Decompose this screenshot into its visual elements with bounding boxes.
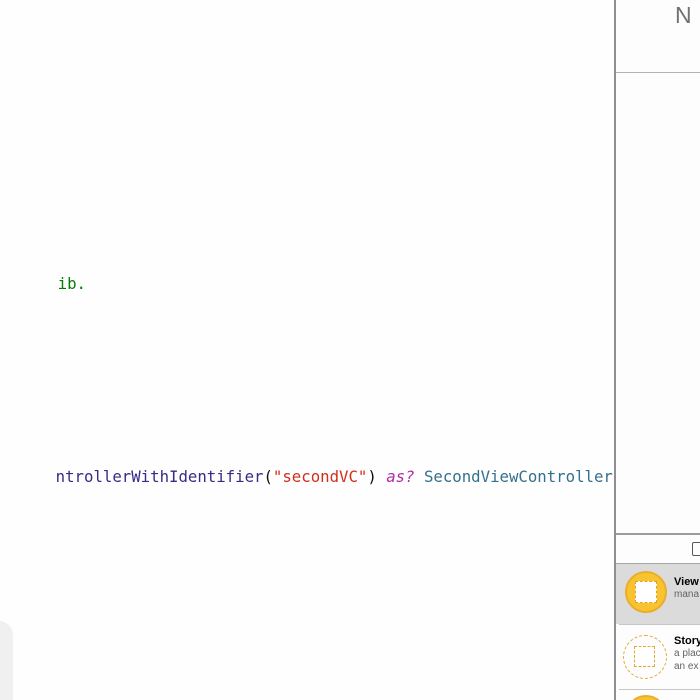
close-paren-token: ) — [367, 467, 376, 486]
view-controller-icon — [625, 571, 667, 613]
type-name-token: SecondViewController — [424, 467, 613, 486]
open-paren-token: ( — [263, 467, 272, 486]
view-controller-icon-square — [635, 581, 657, 603]
code-line-comment: ib. — [1, 255, 86, 312]
inspector-header-divider — [616, 72, 700, 73]
library-toolbar — [616, 535, 700, 563]
method-call-token: ntrollerWithIdentifier — [56, 467, 264, 486]
grid-view-toggle-icon[interactable] — [692, 542, 700, 556]
library-item-description-line2: an ex — [674, 661, 698, 672]
library-item-storyboard-reference[interactable]: Story a plac an ex — [616, 625, 700, 689]
string-literal-token: "secondVC" — [273, 467, 367, 486]
library-item-view-controller[interactable]: View mana — [616, 564, 700, 624]
ide-window: ib. ntrollerWithIdentifier("secondVC") as… — [0, 0, 700, 700]
library-item-description-line1: a plac — [674, 648, 700, 659]
code-editor[interactable]: ib. ntrollerWithIdentifier("secondVC") as… — [0, 0, 614, 700]
library-item-description: mana — [674, 589, 699, 600]
storyboard-reference-icon — [623, 635, 667, 679]
library-item-title: Story — [674, 635, 700, 647]
utilities-panel: N View mana Story a plac an ex — [616, 0, 700, 700]
keyword-as-token: as? — [386, 467, 414, 486]
library-item-title: View — [674, 576, 699, 588]
code-line-instantiate: ntrollerWithIdentifier("secondVC") as? Sec… — [0, 448, 614, 505]
library-item-partial[interactable] — [616, 690, 700, 700]
inspector-header-label: N — [675, 2, 692, 29]
panel-corner-decoration — [0, 621, 13, 700]
storyboard-reference-icon-square — [634, 646, 655, 667]
library-item-icon-partial — [625, 695, 667, 700]
comment-token: ib. — [58, 274, 86, 293]
